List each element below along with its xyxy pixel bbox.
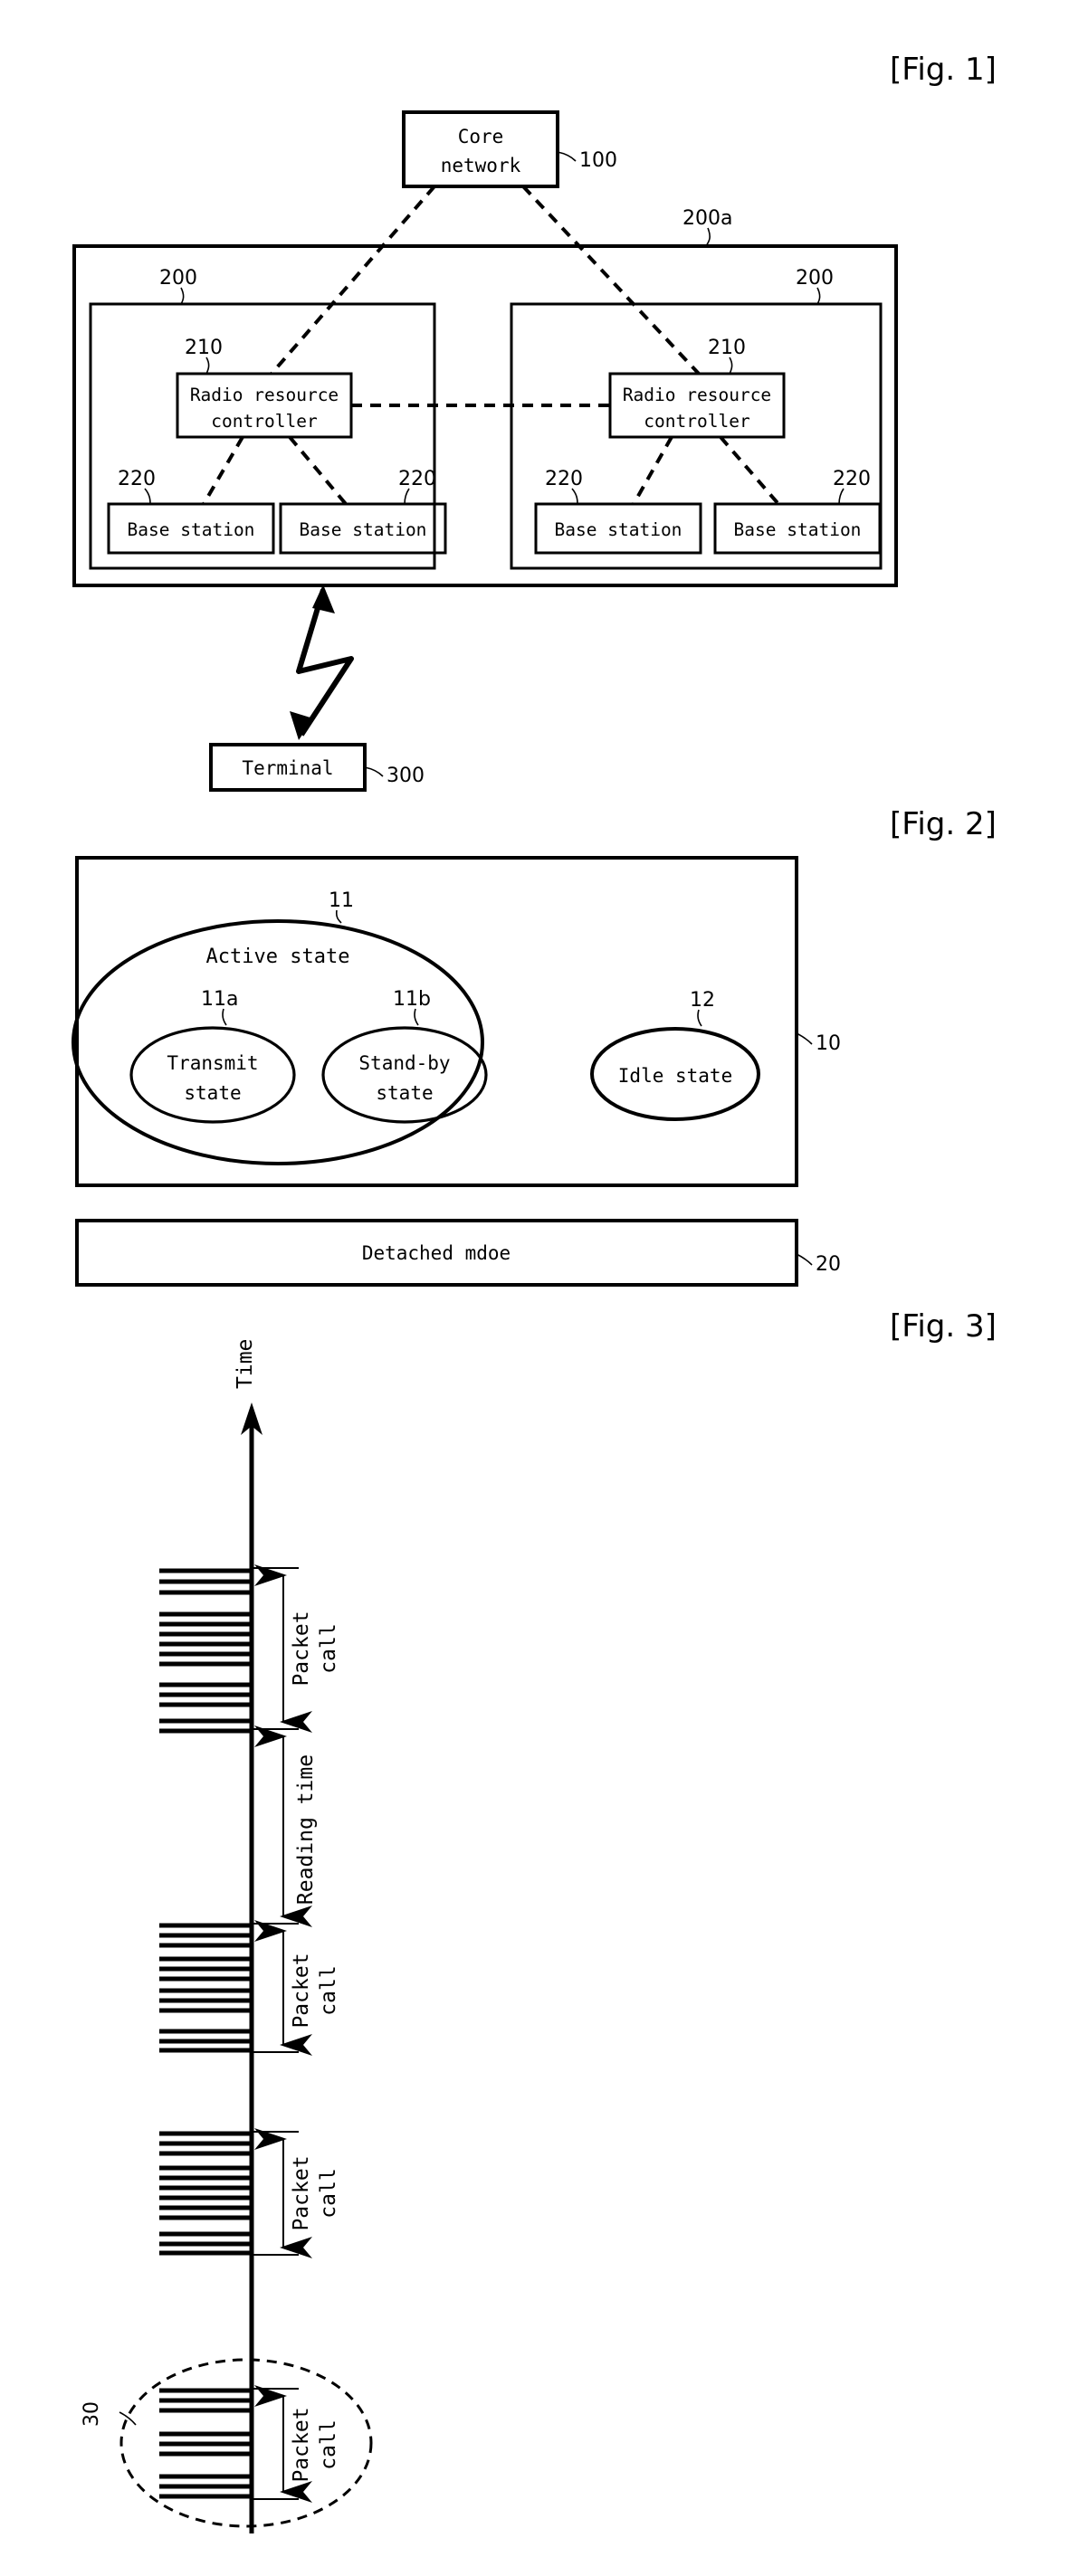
figure-1-label: [Fig. 1] xyxy=(890,52,997,88)
transmit-state-label-line1: Transmit xyxy=(167,1052,258,1074)
ref-200-right-leader xyxy=(816,287,821,305)
ref-11a: 11a xyxy=(201,988,238,1011)
packet-burst-group-3 xyxy=(159,2131,252,2256)
ref-220-2: 220 xyxy=(398,468,436,490)
ref-210-right: 210 xyxy=(708,337,746,359)
rrc-right-to-bs4-link xyxy=(719,435,780,506)
reading-time-label: Reading time xyxy=(294,1754,318,1905)
rrc-left-label-line1: Radio resource xyxy=(190,385,339,405)
ref-200a-leader xyxy=(705,227,711,247)
ref-11: 11 xyxy=(329,889,354,912)
ref-220-1-leader xyxy=(144,488,151,505)
packet-call-2-label-line2: call xyxy=(317,1965,340,2015)
ref-220-4: 220 xyxy=(833,468,871,490)
ref-20-leader xyxy=(796,1253,813,1266)
figure-1: [Fig. 1] Core network 100 200a 200 200 R… xyxy=(72,52,997,792)
rrc-right-label-line1: Radio resource xyxy=(623,385,771,405)
figure-2-label: [Fig. 2] xyxy=(890,806,997,842)
ref-220-4-leader xyxy=(838,488,845,505)
rrc-right-label-line2: controller xyxy=(644,411,749,432)
ref-12-leader xyxy=(697,1009,702,1027)
radio-link-squiggle xyxy=(296,589,354,737)
rrc-left-to-bs2-link xyxy=(288,435,348,506)
terminal-label: Terminal xyxy=(242,757,333,779)
detached-mode-label: Detached mdoe xyxy=(362,1242,511,1264)
ref-200a: 200a xyxy=(682,207,732,230)
transmit-state-label-line2: state xyxy=(184,1082,241,1104)
packet-burst-group-4 xyxy=(159,2388,252,2499)
packet-call-2-label-line1: Packet xyxy=(290,1953,313,2028)
rrc-left-label-line2: controller xyxy=(211,411,317,432)
ref-210-right-leader xyxy=(729,356,733,375)
base-station-label-4: Base station xyxy=(734,519,862,540)
packet-burst-group-1 xyxy=(159,1568,252,1734)
ref-10-leader xyxy=(796,1032,813,1045)
packet-call-1-label-line2: call xyxy=(317,1623,340,1673)
ref-11a-leader xyxy=(222,1008,227,1026)
core-to-rrc-left-link xyxy=(270,185,436,375)
time-axis-label: Time xyxy=(234,1339,257,1389)
packet-call-4-label-line2: call xyxy=(317,2419,340,2469)
figure-2: [Fig. 2] 10 Active state 11 Transmit sta… xyxy=(72,806,997,1287)
ref-200-left: 200 xyxy=(159,267,197,290)
transmit-state-ellipse xyxy=(129,1026,296,1124)
standby-state-label-line2: state xyxy=(376,1082,433,1104)
patent-drawing-sheet: [Fig. 1] Core network 100 200a 200 200 R… xyxy=(0,0,1088,2576)
ref-11b: 11b xyxy=(393,988,431,1011)
ref-100: 100 xyxy=(579,149,617,172)
ref-220-3: 220 xyxy=(545,468,583,490)
ref-30: 30 xyxy=(81,2401,103,2427)
core-network-label-line2: network xyxy=(441,155,521,176)
packet-call-3-label-line2: call xyxy=(317,2168,340,2218)
standby-state-ellipse xyxy=(321,1026,488,1124)
base-station-label-1: Base station xyxy=(128,519,255,540)
ref-220-1: 220 xyxy=(118,468,156,490)
attached-mode-box xyxy=(75,856,798,1187)
packet-burst-group-2 xyxy=(159,1923,252,2053)
idle-state-label: Idle state xyxy=(618,1065,732,1087)
ref-210-left-leader xyxy=(205,356,210,375)
ref-11-leader xyxy=(335,909,342,924)
packet-call-4-label-line1: Packet xyxy=(290,2407,313,2482)
core-network-label-line1: Core xyxy=(458,126,504,147)
ref-220-3-leader xyxy=(571,488,578,505)
core-to-rrc-right-link xyxy=(521,185,701,375)
ref-300: 300 xyxy=(387,765,425,787)
ref-30-leader xyxy=(119,2411,137,2426)
ref-220-2-leader xyxy=(404,488,410,505)
ref-200-right: 200 xyxy=(796,267,834,290)
active-state-label: Active state xyxy=(206,946,350,968)
base-station-label-2: Base station xyxy=(300,519,427,540)
rrc-left-to-bs1-link xyxy=(202,435,244,506)
standby-state-label-line1: Stand-by xyxy=(358,1052,450,1074)
ref-11b-leader xyxy=(414,1008,419,1026)
ref-12: 12 xyxy=(690,989,715,1012)
packet-call-1-label-line1: Packet xyxy=(290,1611,313,1686)
ref-20: 20 xyxy=(816,1253,841,1276)
ref-200-left-leader xyxy=(180,287,185,305)
packet-call-3-label-line1: Packet xyxy=(290,2155,313,2230)
figure-3-label: [Fig. 3] xyxy=(890,1308,997,1345)
core-network-leader xyxy=(557,151,577,162)
base-station-label-3: Base station xyxy=(555,519,682,540)
figure-3: [Fig. 3] Time Packet call Reading time P… xyxy=(81,1308,997,2533)
ref-10: 10 xyxy=(816,1032,841,1055)
rrc-right-to-bs3-link xyxy=(632,436,673,505)
terminal-leader xyxy=(364,766,384,777)
ref-210-left: 210 xyxy=(185,337,223,359)
